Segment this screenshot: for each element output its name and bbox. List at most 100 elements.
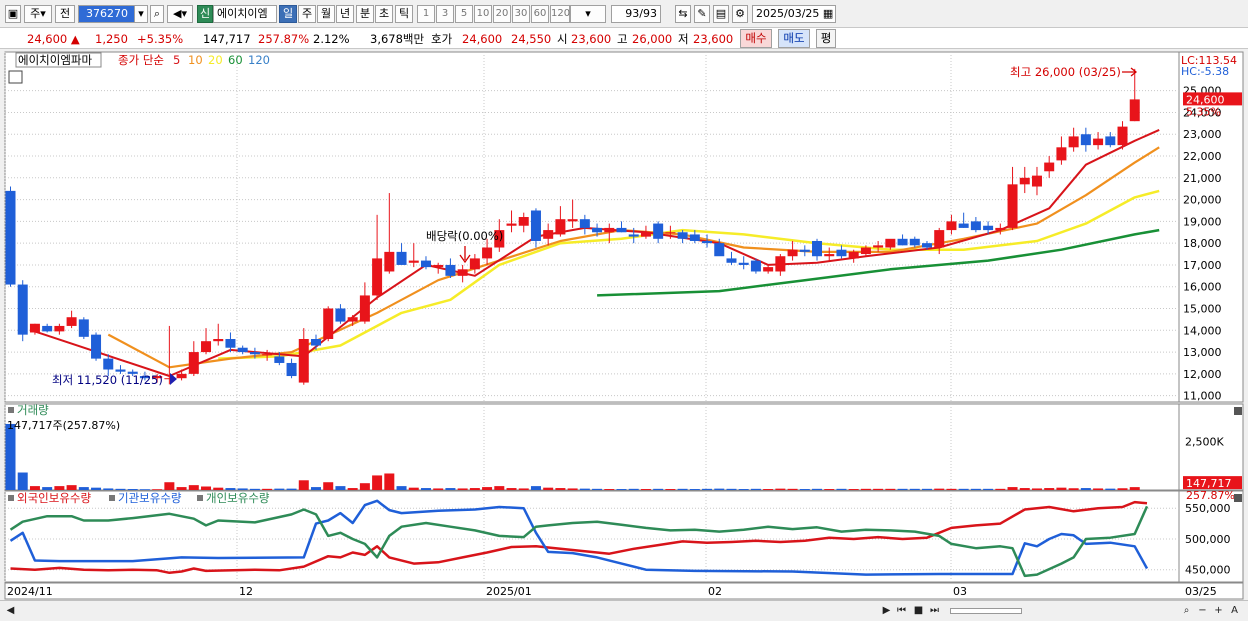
layout-icon[interactable]: ▣ (5, 5, 21, 23)
plus-icon[interactable]: + (1212, 604, 1225, 617)
minute-interval-20[interactable]: 20 (493, 5, 511, 23)
candle-body-69 (848, 251, 859, 259)
speaker-icon[interactable]: ◀▾ (167, 5, 193, 23)
period-tab-4[interactable]: 분 (356, 5, 374, 23)
bid-ask-label: 호가 (431, 32, 453, 46)
period-tab-6[interactable]: 틱 (395, 5, 413, 23)
price-tick-3: 14,000 (1183, 324, 1222, 337)
volume-bar-29 (359, 483, 370, 490)
legend-ma-prefix: 종가 단순 (118, 53, 164, 67)
save-icon[interactable]: ▤ (713, 5, 729, 23)
volume-bar-3 (42, 487, 53, 490)
price-tick-11: 22,000 (1183, 150, 1222, 163)
volume-bar-65 (799, 489, 810, 490)
price-tick-1: 12,000 (1183, 368, 1222, 381)
dividend-annotation: 배당락(0.00%) (426, 229, 503, 243)
zoom-icon[interactable]: ⌕ (1180, 604, 1193, 617)
volume-bar-69 (848, 489, 859, 490)
stock-name-field[interactable]: 에이치이엠 (213, 5, 277, 23)
legend-institution: 기관보유수량 (118, 491, 182, 505)
volume-bar-28 (347, 488, 358, 490)
rewind-icon[interactable]: ⏮ (895, 604, 908, 617)
play-icon[interactable]: ▶ (880, 604, 893, 617)
volume-bar-62 (763, 489, 774, 490)
fast-forward-icon[interactable]: ⏭ (928, 604, 941, 617)
calendar-icon[interactable]: ▦ (823, 7, 833, 20)
candle-body-2 (29, 323, 40, 333)
prev-button[interactable]: 전 (55, 5, 75, 23)
period-tab-2[interactable]: 월 (317, 5, 335, 23)
volume-bar-43 (530, 486, 541, 490)
count-field[interactable]: 93/93 (611, 5, 661, 23)
volume-bar-47 (579, 488, 590, 490)
volume-bar-68 (836, 488, 847, 490)
volume-bar-89 (1093, 488, 1104, 490)
compare-icon[interactable]: ⇆ (675, 5, 691, 23)
volume-bar-72 (885, 488, 896, 490)
minute-interval-3[interactable]: 3 (436, 5, 454, 23)
volume-pct-tag: 257.87% (1186, 489, 1235, 502)
font-size-icon[interactable]: A (1228, 604, 1241, 617)
date-value: 2025/03/25 (756, 7, 820, 20)
minute-interval-30[interactable]: 30 (512, 5, 530, 23)
volume-bar-78 (958, 488, 969, 490)
interval-dropdown[interactable]: ▾ (570, 5, 606, 23)
eval-button[interactable]: 평 (816, 29, 836, 48)
market-type-select[interactable]: 주▾ (24, 5, 52, 23)
high-price: 26,000 (632, 32, 673, 46)
candle-26 (323, 306, 334, 342)
chart-area[interactable]: 11,000 12,000 13,000 14,000 15,000 16,000 17,0… (0, 50, 1248, 600)
sell-button[interactable]: 매도 (778, 29, 810, 48)
code-dropdown-icon[interactable]: ▾ (134, 5, 148, 23)
trade-amount: 3,678백만 (370, 32, 425, 46)
minute-interval-5[interactable]: 5 (455, 5, 473, 23)
volume-bar-73 (897, 488, 908, 490)
buy-button[interactable]: 매수 (740, 29, 772, 48)
period-tab-3[interactable]: 년 (336, 5, 354, 23)
settings-icon[interactable]: ⚙ (732, 5, 748, 23)
investor-tick-2: 550,000 (1185, 502, 1231, 515)
investor-tick-1: 500,000 (1185, 533, 1231, 546)
code-input[interactable]: 376270 (78, 5, 136, 23)
volume-bar-7 (91, 487, 102, 490)
turnover: 2.12% (313, 32, 350, 46)
period-tab-5[interactable]: 초 (375, 5, 393, 23)
minute-interval-60[interactable]: 60 (531, 5, 549, 23)
stop-icon[interactable]: ■ (912, 604, 925, 617)
count-value: 93 (625, 7, 640, 20)
period-tab-1[interactable]: 주 (298, 5, 316, 23)
minute-interval-1[interactable]: 1 (417, 5, 435, 23)
search-icon[interactable]: ⌕ (150, 5, 164, 23)
candle-body-83 (1019, 177, 1030, 185)
volume-bar-21 (262, 488, 273, 490)
volume-bar-5 (66, 485, 77, 490)
volume-bar-24 (298, 480, 309, 490)
candle-body-8 (103, 358, 114, 370)
low-price: 23,600 (693, 32, 734, 46)
volume-bar-86 (1056, 487, 1067, 490)
minus-icon[interactable]: − (1196, 604, 1209, 617)
investor-legend-marker (8, 495, 14, 501)
draw-tool-icon[interactable]: ✎ (694, 5, 710, 23)
candle-body-60 (738, 262, 749, 265)
volume-bar-12 (152, 489, 163, 490)
volume-bar-77 (946, 488, 957, 490)
price-tick-10: 21,000 (1183, 172, 1222, 185)
zoom-slider[interactable] (950, 608, 1022, 614)
scroll-left-icon[interactable]: ◀ (4, 604, 17, 617)
period-tab-0[interactable]: 일 (279, 5, 297, 23)
volume-bar-36 (445, 488, 456, 490)
open-price: 23,600 (571, 32, 612, 46)
low-annotation: 최저 11,520 (11/25) (52, 373, 163, 387)
minute-interval-120[interactable]: 120 (550, 5, 570, 23)
candle-body-70 (860, 247, 871, 255)
minute-interval-10[interactable]: 10 (474, 5, 492, 23)
date-field[interactable]: 2025/03/25 ▦ (752, 5, 836, 23)
candle-body-89 (1093, 138, 1104, 146)
price-tick-9: 20,000 (1183, 194, 1222, 207)
candle-body-61 (750, 260, 761, 272)
candle-61 (750, 258, 761, 274)
volume-bar-56 (689, 489, 700, 490)
candle-body-48 (592, 227, 603, 233)
volume-value: 147,717주(257.87%) (7, 419, 120, 432)
